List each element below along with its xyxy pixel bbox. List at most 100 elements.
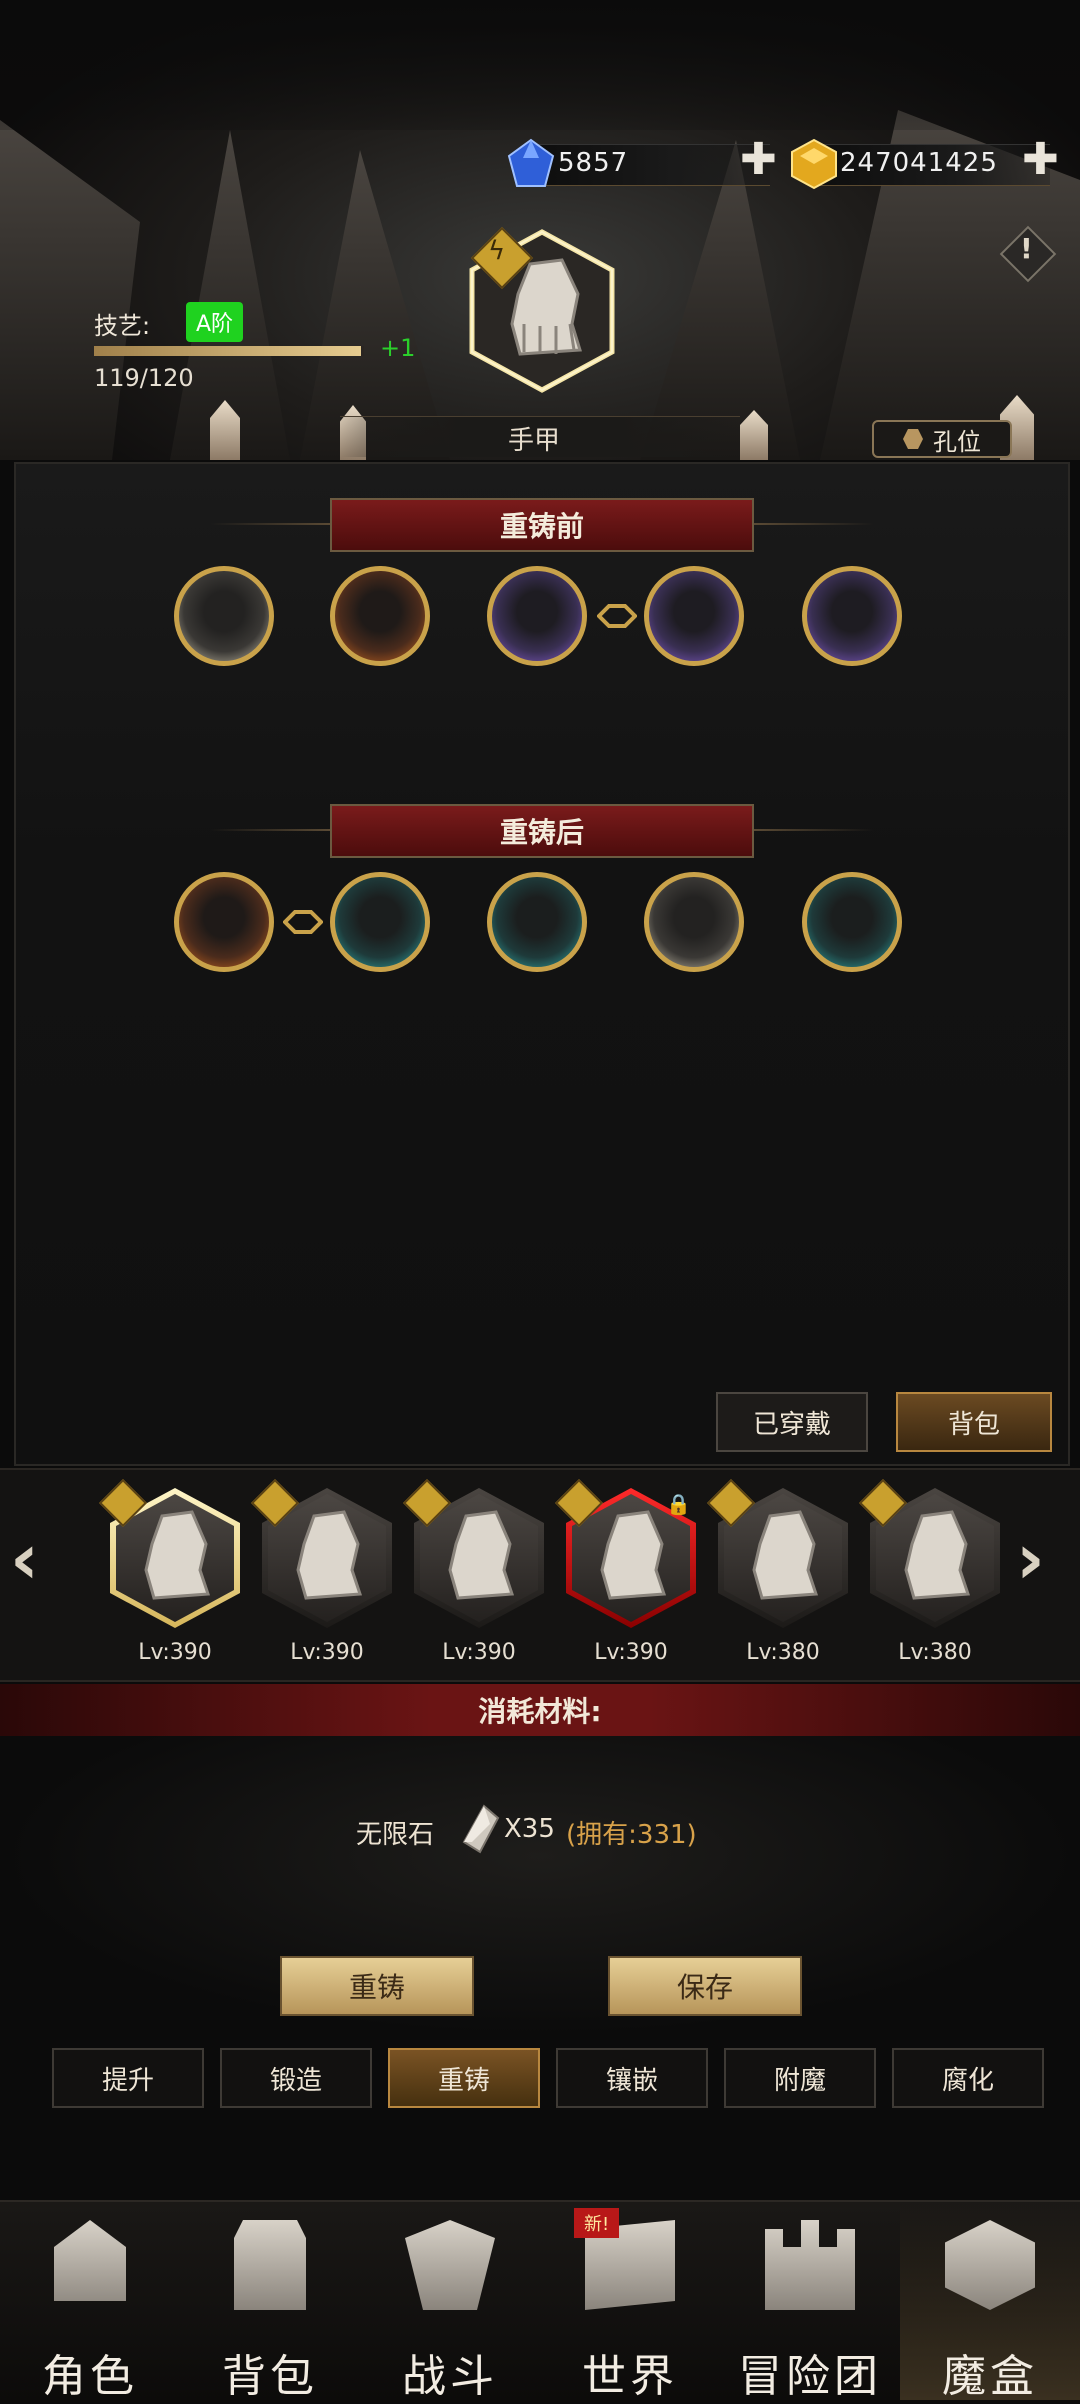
after-socket-5[interactable] [802, 872, 902, 972]
consumption-area [0, 1736, 1080, 2036]
backpack-icon [234, 2220, 306, 2310]
socket-hex-icon [903, 429, 923, 449]
sub-tab-2[interactable]: 重铸 [388, 2048, 540, 2108]
after-socket-4[interactable] [644, 872, 744, 972]
item-level: Lv:390 [442, 1640, 516, 1665]
gauntlet-shape [904, 1510, 971, 1600]
gauntlet-icon [904, 1510, 971, 1600]
before-socket-2[interactable] [330, 566, 430, 666]
gauntlet-shape [752, 1510, 819, 1600]
nav-item-5[interactable]: 魔盒 [900, 2200, 1080, 2402]
banner-line-left [210, 523, 330, 525]
save-button[interactable]: 保存 [608, 1956, 802, 2016]
banner-line-left [210, 829, 330, 831]
lightning-icon: ϟ [488, 236, 506, 266]
add-gold-button[interactable]: ✚ [1022, 138, 1059, 182]
sub-tab-5[interactable]: 腐化 [892, 2048, 1044, 2108]
exclamation-icon: ! [1020, 232, 1033, 265]
item-level: Lv:390 [138, 1640, 212, 1665]
reforge-button-label: 重铸 [348, 1971, 405, 2004]
socket-button-label: 孔位 [933, 427, 981, 456]
after-socket-3[interactable] [487, 872, 587, 972]
tab-bag[interactable]: 背包 [896, 1392, 1052, 1452]
gauntlet-icon [296, 1510, 363, 1600]
carousel-next-button[interactable]: › [1016, 1518, 1045, 1600]
gauntlet-icon [600, 1510, 667, 1600]
gauntlet-shape [600, 1510, 667, 1600]
sub-tab-1[interactable]: 锻造 [220, 2048, 372, 2108]
carousel-item[interactable]: Lv:390 [98, 1478, 250, 1672]
socket-button[interactable]: 孔位 [872, 420, 1012, 458]
equipment-name: 手甲 [508, 426, 561, 456]
nav-label: 魔盒 [942, 2351, 1038, 2402]
skill-progress-track [94, 346, 364, 356]
carousel-item[interactable]: Lv:380 [858, 1478, 1010, 1672]
banner-line-right [754, 829, 874, 831]
before-socket-4[interactable] [644, 566, 744, 666]
gauntlet-shape [296, 1510, 363, 1600]
carousel-item[interactable]: 🔒 Lv:390 [554, 1478, 706, 1672]
socket-link-icon [597, 604, 637, 628]
castle-icon [765, 2220, 855, 2310]
magic-cube-icon [945, 2220, 1035, 2310]
reforge-button[interactable]: 重铸 [280, 1956, 474, 2016]
carousel-prev-button[interactable]: ‹ [10, 1518, 39, 1600]
after-socket-1[interactable] [174, 872, 274, 972]
save-button-label: 保存 [676, 1971, 733, 2004]
gauntlet-shape [448, 1510, 515, 1600]
after-socket-2[interactable] [330, 872, 430, 972]
nav-item-3[interactable]: 新! 世界 [540, 2200, 720, 2402]
material-quantity: X35 [504, 1814, 555, 1844]
item-level: Lv:380 [898, 1640, 972, 1665]
skill-grade-badge: A阶 [186, 302, 244, 342]
nav-label: 冒险团 [738, 2351, 882, 2402]
nav-item-0[interactable]: 角色 [0, 2200, 180, 2402]
skill-increment: +1 [380, 334, 416, 362]
material-owned: (拥有:331) [566, 1820, 697, 1850]
item-level: Lv:380 [746, 1640, 820, 1665]
gauntlet-shape [144, 1510, 211, 1600]
sub-tab-0[interactable]: 提升 [52, 2048, 204, 2108]
before-reforge-banner: 重铸前 [330, 498, 754, 552]
carousel-item[interactable]: Lv:390 [250, 1478, 402, 1672]
sub-tab-4[interactable]: 附魔 [724, 2048, 876, 2108]
carousel-item[interactable]: Lv:390 [402, 1478, 554, 1672]
before-reforge-title: 重铸前 [499, 510, 584, 543]
consumption-title: 消耗材料: [478, 1695, 602, 1728]
after-reforge-banner: 重铸后 [330, 804, 754, 858]
item-level: Lv:390 [594, 1640, 668, 1665]
tab-bag-label: 背包 [947, 1409, 1000, 1440]
infinity-stone-icon [462, 1804, 500, 1854]
skill-progress-text: 119/120 [94, 364, 194, 392]
before-socket-1[interactable] [174, 566, 274, 666]
material-name: 无限石 [356, 1820, 435, 1850]
tab-equipped[interactable]: 已穿戴 [716, 1392, 868, 1452]
tab-equipped-label: 已穿戴 [752, 1409, 831, 1440]
sub-tab-3[interactable]: 镶嵌 [556, 2048, 708, 2108]
before-socket-5[interactable] [802, 566, 902, 666]
gold-gem-icon [791, 138, 837, 190]
top-shade [0, 0, 1080, 130]
blue-gem-icon [507, 138, 555, 187]
gauntlet-icon [144, 1510, 211, 1600]
carousel-item[interactable]: Lv:380 [706, 1478, 858, 1672]
consumption-title-bar: 消耗材料: [0, 1684, 1080, 1736]
add-gems-button[interactable]: ✚ [740, 138, 777, 182]
gauntlet-icon [448, 1510, 515, 1600]
nav-item-4[interactable]: 冒险团 [720, 2200, 900, 2402]
nav-label: 世界 [582, 2351, 678, 2402]
nav-label: 背包 [222, 2351, 318, 2402]
nav-item-1[interactable]: 背包 [180, 2200, 360, 2402]
before-socket-3[interactable] [487, 566, 587, 666]
after-reforge-title: 重铸后 [499, 816, 584, 849]
nav-label: 角色 [42, 2351, 138, 2402]
banner-line-right [754, 523, 874, 525]
nav-item-2[interactable]: 战斗 [360, 2200, 540, 2402]
gauntlet-icon [752, 1510, 819, 1600]
lock-icon: 🔒 [666, 1492, 691, 1516]
gem-amount: 5857 [558, 148, 629, 178]
socket-link-icon [283, 910, 323, 934]
shield-sword-icon [405, 2220, 495, 2310]
skill-progress-fill [94, 346, 362, 356]
gold-amount: 247041425 [840, 148, 998, 178]
